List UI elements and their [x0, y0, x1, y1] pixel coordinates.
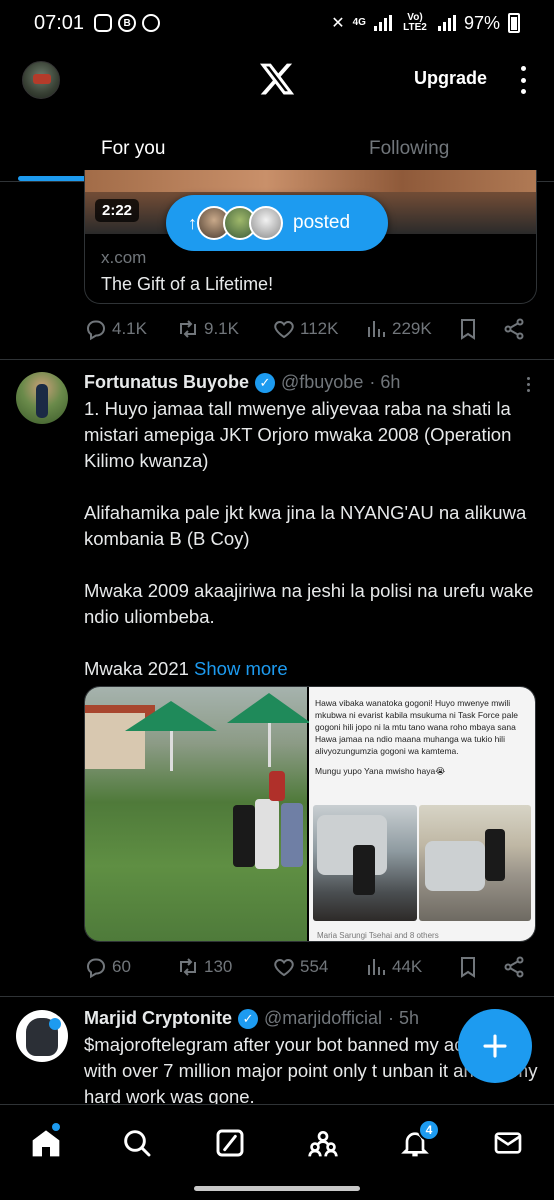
share-button[interactable]	[502, 955, 526, 979]
repost-count: 130	[204, 957, 233, 976]
bookmark-button[interactable]	[456, 317, 480, 341]
repost-button[interactable]: 130	[176, 955, 232, 979]
share-icon	[504, 956, 524, 978]
post-paragraph: Mwaka 2021 Show more	[84, 658, 288, 679]
communities-icon[interactable]	[307, 1127, 339, 1159]
post-paragraph: 1. Huyo jamaa tall mwenye aliyevaa raba …	[84, 398, 512, 471]
reply-button[interactable]: 4.1K	[84, 317, 147, 341]
like-count: 554	[300, 957, 329, 976]
views-button[interactable]: 44K	[364, 955, 422, 979]
like-count: 112K	[300, 319, 339, 338]
search-icon[interactable]	[121, 1127, 153, 1159]
home-icon[interactable]	[30, 1127, 62, 1159]
bookmark-icon	[461, 957, 475, 978]
photo	[313, 805, 418, 921]
share-button[interactable]	[502, 317, 526, 341]
reply-icon	[86, 958, 106, 979]
signal-2-icon	[437, 15, 456, 31]
heart-icon	[274, 320, 294, 339]
author-handle[interactable]: @marjidofficial	[264, 1008, 382, 1029]
views-chart-icon	[368, 959, 385, 975]
posted-label: posted	[293, 212, 351, 233]
repost-count: 9.1K	[204, 319, 239, 338]
tab-following[interactable]: Following	[369, 138, 449, 160]
screenshot-image[interactable]: Hawa vibaka wanatoka gogoni! Huyo mwenye…	[309, 687, 535, 941]
avatar	[249, 206, 283, 240]
x-logo-icon[interactable]	[258, 60, 296, 98]
upgrade-button[interactable]: Upgrade	[414, 68, 487, 89]
network-4g-label: 4G	[352, 17, 366, 28]
post-text: 1. Huyo jamaa tall mwenye aliyevaa raba …	[84, 396, 540, 682]
messages-icon[interactable]	[492, 1127, 524, 1159]
post-time: · 5h	[388, 1008, 420, 1028]
whatsapp-icon	[142, 14, 161, 32]
signal-icon	[373, 15, 392, 31]
post-author-row: Marjid Cryptonite ✓ @marjidofficial · 5h	[84, 1008, 419, 1029]
embedded-text: Hawa vibaka wanatoka gogoni! Huyo mwenye…	[315, 698, 518, 776]
card-domain: x.com	[101, 248, 147, 267]
post-actions: 60 130 554 44K	[84, 955, 534, 985]
like-button[interactable]: 554	[272, 955, 328, 979]
verified-badge-icon: ✓	[255, 372, 275, 393]
views-count: 44K	[392, 957, 423, 976]
post-actions: 4.1K 9.1K 112K 229K	[84, 317, 534, 347]
avatar[interactable]	[16, 372, 68, 424]
gesture-bar	[194, 1186, 360, 1191]
post-time: · 6h	[369, 372, 401, 392]
author-name[interactable]: Fortunatus Buyobe	[84, 372, 249, 393]
post-paragraph: Mwaka 2009 akaajiriwa na jeshi la polisi…	[84, 580, 534, 627]
verified-badge-icon: ✓	[238, 1008, 259, 1029]
heart-icon	[274, 958, 294, 977]
show-more-link[interactable]: Show more	[194, 658, 288, 679]
compose-button[interactable]	[458, 1009, 532, 1083]
author-handle[interactable]: @fbuyobe	[281, 372, 363, 393]
embedded-footer: Maria Sarungi Tsehai and 8 others	[317, 931, 439, 940]
repost-icon	[180, 320, 196, 338]
reply-count: 60	[112, 957, 131, 976]
reply-count: 4.1K	[112, 319, 147, 338]
status-time: 07:01	[34, 11, 85, 34]
reply-icon	[86, 320, 106, 341]
bottom-nav: 4	[0, 1104, 554, 1176]
views-chart-icon	[368, 321, 385, 337]
instagram-icon	[94, 14, 113, 32]
bookmark-icon	[461, 319, 475, 340]
profile-avatar[interactable]	[22, 61, 60, 99]
video-duration: 2:22	[95, 199, 140, 222]
top-header: Upgrade	[0, 46, 554, 118]
views-count: 229K	[392, 319, 432, 338]
more-options-icon[interactable]	[518, 66, 528, 94]
b-app-icon: B	[118, 14, 137, 32]
photo	[419, 805, 532, 921]
post-paragraph: Alifahamika pale jkt kwa jina la NYANG'A…	[84, 502, 527, 549]
card-title: The Gift of a Lifetime!	[101, 274, 274, 294]
post-divider	[0, 359, 554, 360]
battery-percent: 97%	[463, 12, 500, 33]
author-name[interactable]: Marjid Cryptonite	[84, 1008, 232, 1029]
plus-icon	[483, 1034, 507, 1058]
home-unread-dot	[52, 1123, 60, 1131]
arrow-up-icon: ↑	[188, 212, 197, 233]
new-posts-pill[interactable]: ↑ posted	[166, 195, 388, 251]
cctv-image[interactable]	[85, 687, 311, 941]
reply-button[interactable]: 60	[84, 955, 131, 979]
like-button[interactable]: 112K	[272, 317, 338, 341]
views-button[interactable]: 229K	[364, 317, 432, 341]
post-more-icon[interactable]	[527, 374, 530, 395]
post-media[interactable]: Hawa vibaka wanatoka gogoni! Huyo mwenye…	[84, 686, 536, 942]
notifications-badge: 4	[418, 1119, 440, 1141]
tab-for-you[interactable]: For you	[101, 138, 165, 160]
bookmark-button[interactable]	[456, 955, 480, 979]
network-lte-label: Vo) LTE2	[403, 12, 427, 33]
share-icon	[504, 318, 524, 340]
repost-icon	[180, 958, 196, 976]
avatar[interactable]	[16, 1010, 68, 1062]
post-divider	[0, 996, 554, 997]
battery-icon	[508, 13, 520, 33]
mute-icon: ✕	[331, 15, 345, 32]
status-bar: 07:01 B ✕ 4G Vo) LTE2 97%	[0, 0, 554, 46]
repost-button[interactable]: 9.1K	[176, 317, 239, 341]
grok-icon[interactable]	[214, 1127, 246, 1159]
post-author-row: Fortunatus Buyobe ✓ @fbuyobe · 6h	[84, 372, 400, 393]
